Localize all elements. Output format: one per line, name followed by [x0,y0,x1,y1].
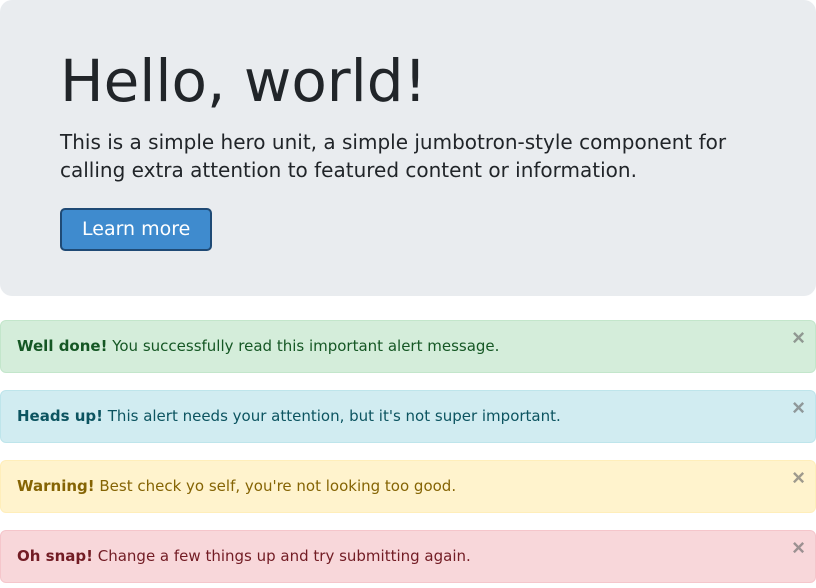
alert-info: Heads up! This alert needs your attentio… [0,390,816,443]
jumbotron: Hello, world! This is a simple hero unit… [0,0,816,296]
jumbotron-lead: This is a simple hero unit, a simple jum… [60,128,756,184]
alert-text: Change a few things up and try submittin… [93,547,471,565]
page-container: Hello, world! This is a simple hero unit… [0,0,816,583]
alert-text: Best check yo self, you're not looking t… [95,477,456,495]
alert-strong: Heads up! [17,407,103,425]
alert-text: You successfully read this important ale… [107,337,499,355]
jumbotron-heading: Hello, world! [60,50,756,114]
close-icon[interactable]: × [792,327,805,349]
alert-success: Well done! You successfully read this im… [0,320,816,373]
alert-strong: Well done! [17,337,107,355]
close-icon[interactable]: × [792,537,805,559]
alert-strong: Oh snap! [17,547,93,565]
learn-more-button[interactable]: Learn more [60,208,212,251]
close-icon[interactable]: × [792,397,805,419]
alert-strong: Warning! [17,477,95,495]
alert-danger: Oh snap! Change a few things up and try … [0,530,816,583]
alert-text: This alert needs your attention, but it'… [103,407,561,425]
alert-warning: Warning! Best check yo self, you're not … [0,460,816,513]
close-icon[interactable]: × [792,467,805,489]
